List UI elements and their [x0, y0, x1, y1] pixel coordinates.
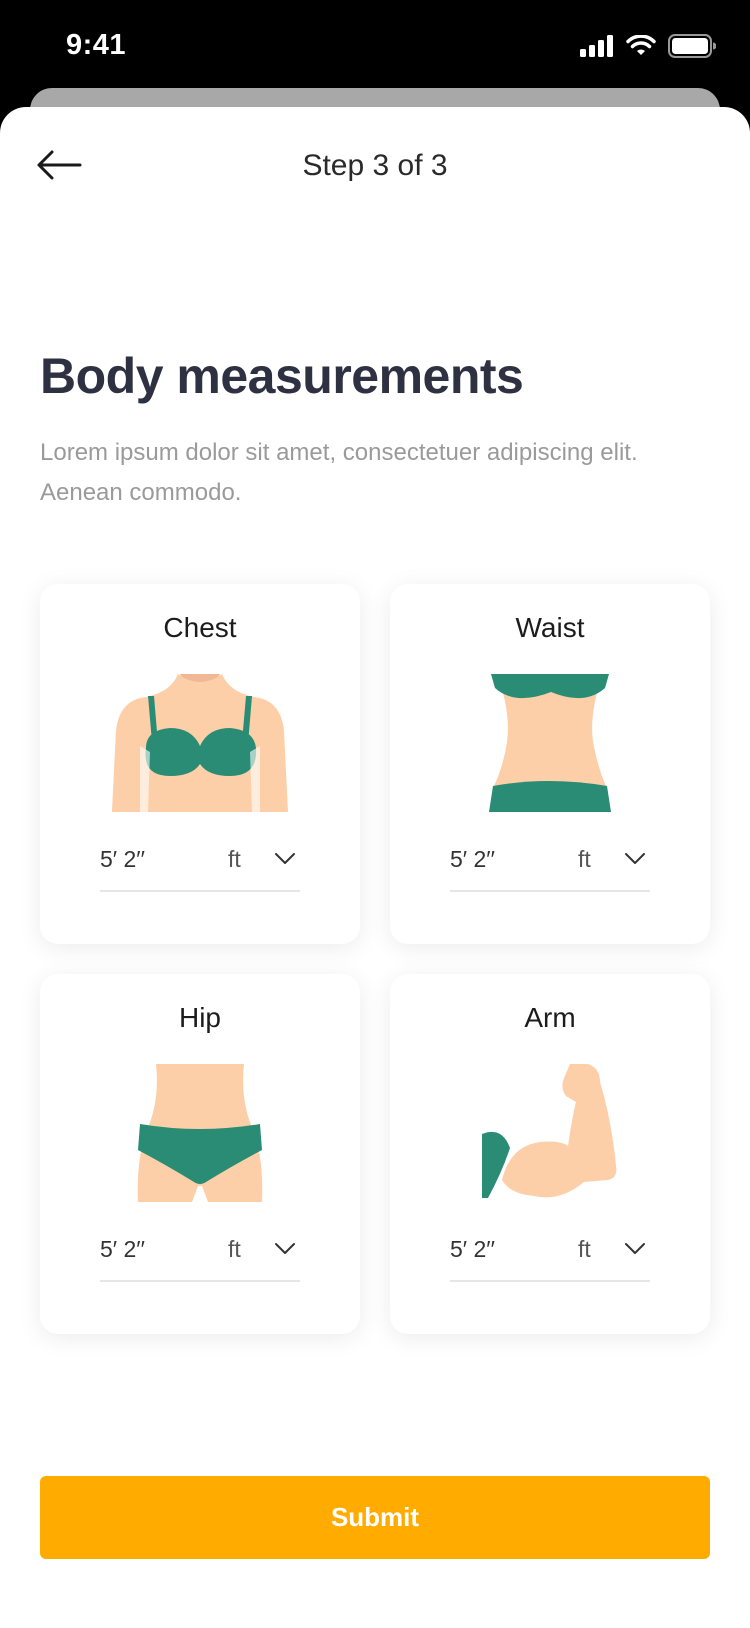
card-title: Hip [178, 1002, 221, 1033]
waist-measurement-select[interactable]: 5′ 2′′ ft [450, 840, 650, 892]
measurement-card-arm: Arm 5′ 2′′ ft [390, 974, 710, 1334]
step-indicator: Step 3 of 3 [302, 149, 448, 182]
status-icons [580, 34, 717, 63]
status-bar: 9:41 [0, 0, 750, 92]
chest-illustration [110, 672, 290, 817]
chevron-down-icon [274, 852, 296, 871]
hip-illustration [132, 1062, 268, 1207]
chevron-down-icon [274, 1242, 296, 1261]
chest-value: 5′ 2′′ [100, 846, 145, 872]
hip-unit: ft [228, 1236, 241, 1262]
measurement-card-waist: Waist 5′ 2′′ ft [390, 584, 710, 944]
waist-unit: ft [578, 846, 591, 872]
signal-icon [580, 35, 614, 62]
arm-measurement-select[interactable]: 5′ 2′′ ft [450, 1230, 650, 1282]
card-title: Chest [163, 612, 237, 643]
page-description: Lorem ipsum dolor sit amet, consectetuer… [40, 439, 638, 506]
status-time: 9:41 [66, 29, 127, 61]
battery-icon [668, 34, 717, 63]
chevron-down-icon [624, 852, 646, 871]
card-title: Arm [524, 1002, 576, 1033]
hip-measurement-select[interactable]: 5′ 2′′ ft [100, 1230, 300, 1282]
arm-unit: ft [578, 1236, 591, 1262]
page-title: Body measurements [40, 348, 524, 404]
measurement-card-chest: Chest 5′ 2′′ ft [40, 584, 360, 944]
chest-unit: ft [228, 846, 241, 872]
waist-value: 5′ 2′′ [450, 846, 495, 872]
wifi-icon [626, 34, 656, 62]
chevron-down-icon [624, 1242, 646, 1261]
waist-illustration [485, 672, 615, 817]
measurement-card-hip: Hip 5′ 2′′ ft [40, 974, 360, 1334]
arm-value: 5′ 2′′ [450, 1236, 495, 1262]
modal-sheet: Step 3 of 3 Body measurements Lorem ipsu… [0, 107, 750, 1628]
arm-illustration [480, 1062, 620, 1207]
card-title: Waist [515, 612, 585, 643]
submit-button[interactable]: Submit [40, 1476, 710, 1559]
hip-value: 5′ 2′′ [100, 1236, 145, 1262]
chest-measurement-select[interactable]: 5′ 2′′ ft [100, 840, 300, 892]
